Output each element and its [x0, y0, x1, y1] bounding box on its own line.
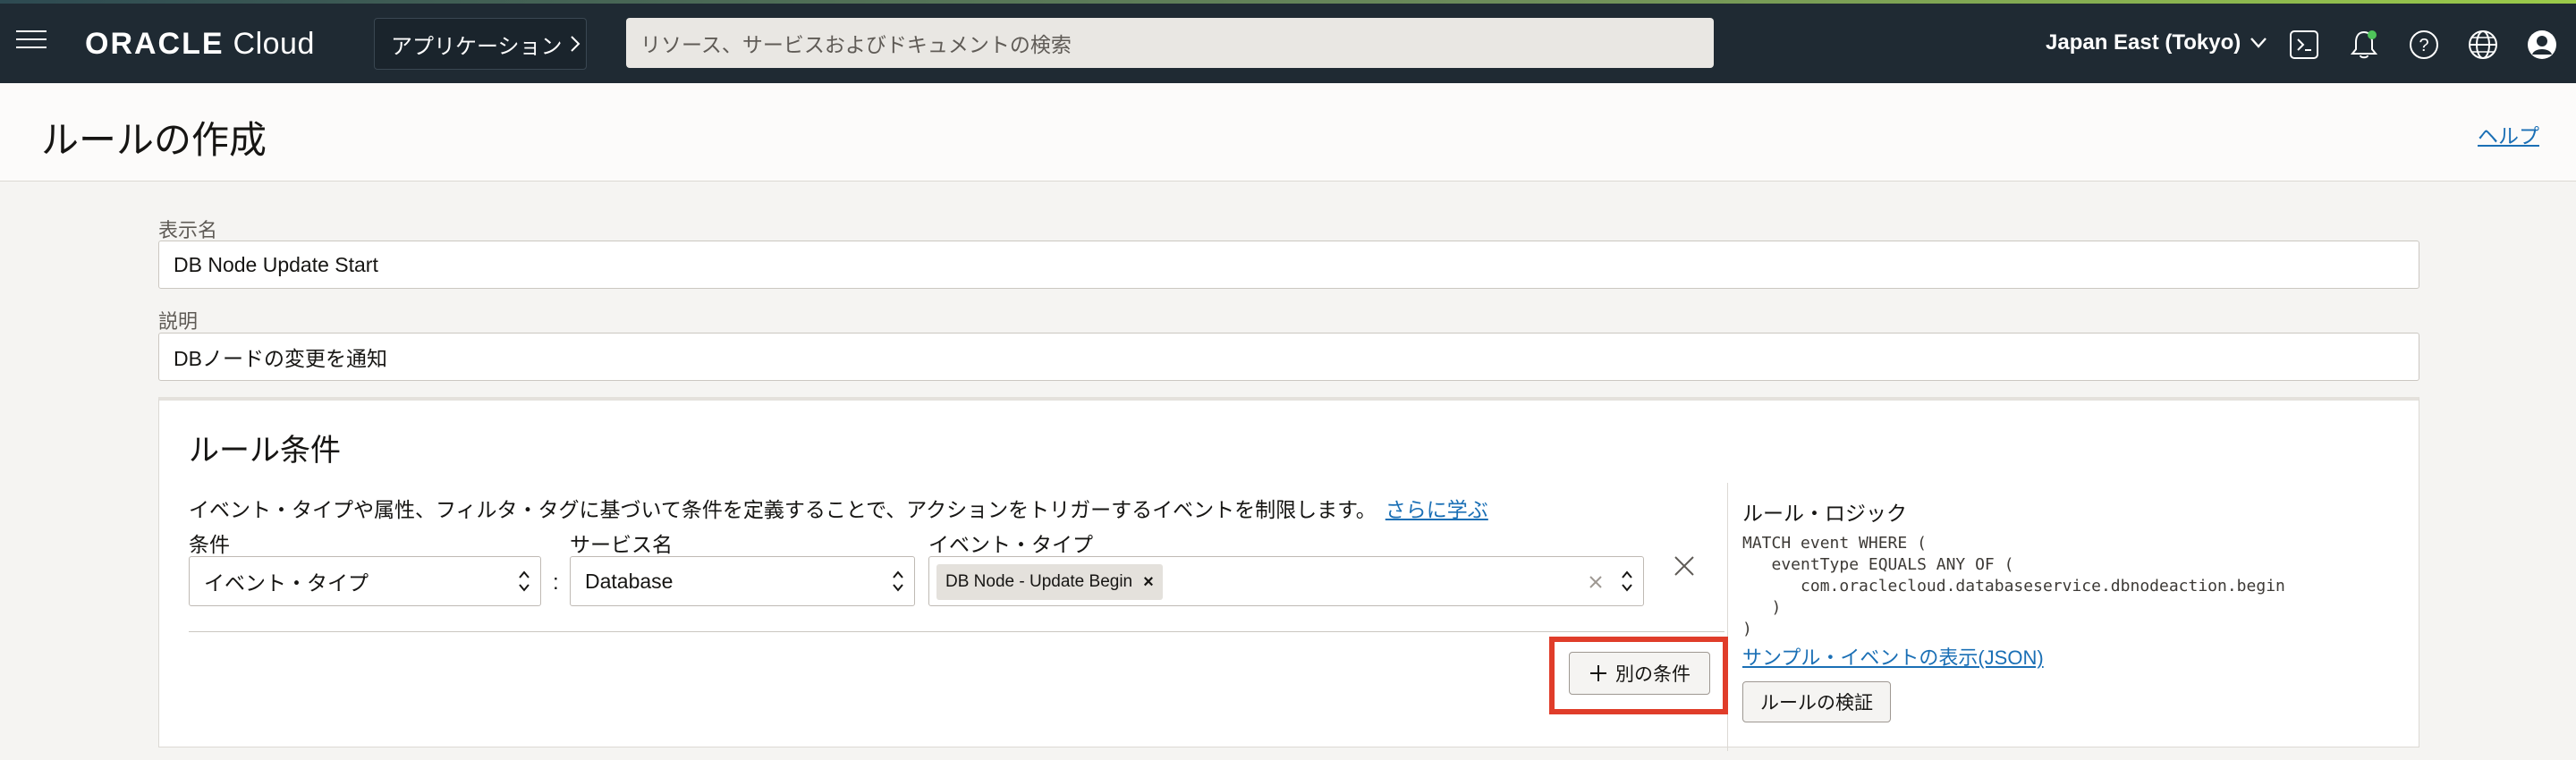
region-selector[interactable]: Japan East (Tokyo) [2046, 30, 2267, 55]
description-label: 説明 [158, 310, 199, 333]
chevron-down-icon [2250, 38, 2267, 48]
rule-conditions-title: ルール条件 [189, 434, 341, 468]
rule-conditions-description: イベント・タイプや属性、フィルタ・タグに基づいて条件を定義することで、アクション… [189, 498, 1488, 521]
learn-more-link[interactable]: さらに学ぶ [1385, 498, 1488, 521]
close-icon[interactable] [1673, 554, 1696, 578]
globe-icon[interactable] [2467, 29, 2499, 61]
bell-icon[interactable] [2348, 29, 2380, 61]
condition-label: 条件 [189, 533, 230, 556]
top-navigation-bar: ORACLE Cloud アプリケーション リソース、サービスおよびドキュメント… [0, 4, 2576, 83]
help-link[interactable]: ヘルプ [2478, 119, 2539, 149]
plus-icon [1590, 665, 1606, 681]
service-name-label: サービス名 [570, 533, 673, 556]
search-input[interactable]: リソース、サービスおよびドキュメントの検索 [626, 18, 1714, 68]
updown-icon [1622, 570, 1632, 592]
rule-logic-title: ルール・ロジック [1742, 502, 1907, 525]
display-name-input[interactable]: DB Node Update Start [158, 241, 2419, 289]
description-input[interactable]: DBノードの変更を通知 [158, 333, 2419, 381]
add-condition-button[interactable]: 別の条件 [1569, 652, 1710, 695]
menu-icon[interactable] [13, 29, 50, 57]
cloud-shell-icon[interactable] [2288, 29, 2320, 61]
condition-separator: : [553, 570, 559, 595]
remove-chip-icon[interactable]: × [1143, 572, 1154, 593]
event-type-label: イベント・タイプ [928, 533, 1093, 556]
rule-conditions-panel: ルール条件 イベント・タイプや属性、フィルタ・タグに基づいて条件を定義することで… [158, 397, 2419, 751]
condition-divider [189, 631, 1724, 632]
service-name-select[interactable]: Database [570, 556, 915, 606]
applications-menu-label: アプリケーション [391, 34, 563, 59]
updown-icon [893, 570, 903, 592]
applications-menu-button[interactable]: アプリケーション [374, 18, 587, 70]
updown-icon [519, 570, 530, 592]
page-title: ルールの作成 [41, 119, 267, 161]
oracle-cloud-logo[interactable]: ORACLE Cloud [85, 27, 315, 62]
verify-rule-button[interactable]: ルールの検証 [1742, 681, 1891, 722]
page-header: ルールの作成 ヘルプ [0, 83, 2576, 182]
svg-text:?: ? [2419, 36, 2428, 55]
help-icon[interactable]: ? [2408, 29, 2440, 61]
display-name-label: 表示名 [158, 219, 218, 241]
chevron-right-icon [570, 36, 580, 52]
sample-event-link[interactable]: サンプル・イベントの表示(JSON) [1742, 642, 2044, 671]
event-type-multiselect[interactable]: DB Node - Update Begin × [928, 556, 1644, 606]
user-icon[interactable] [2526, 29, 2558, 61]
event-type-chip: DB Node - Update Begin × [936, 564, 1163, 600]
clear-icon[interactable] [1588, 574, 1604, 590]
rule-logic-code: MATCH event WHERE ( eventType EQUALS ANY… [1742, 534, 2285, 638]
condition-select[interactable]: イベント・タイプ [189, 556, 541, 606]
